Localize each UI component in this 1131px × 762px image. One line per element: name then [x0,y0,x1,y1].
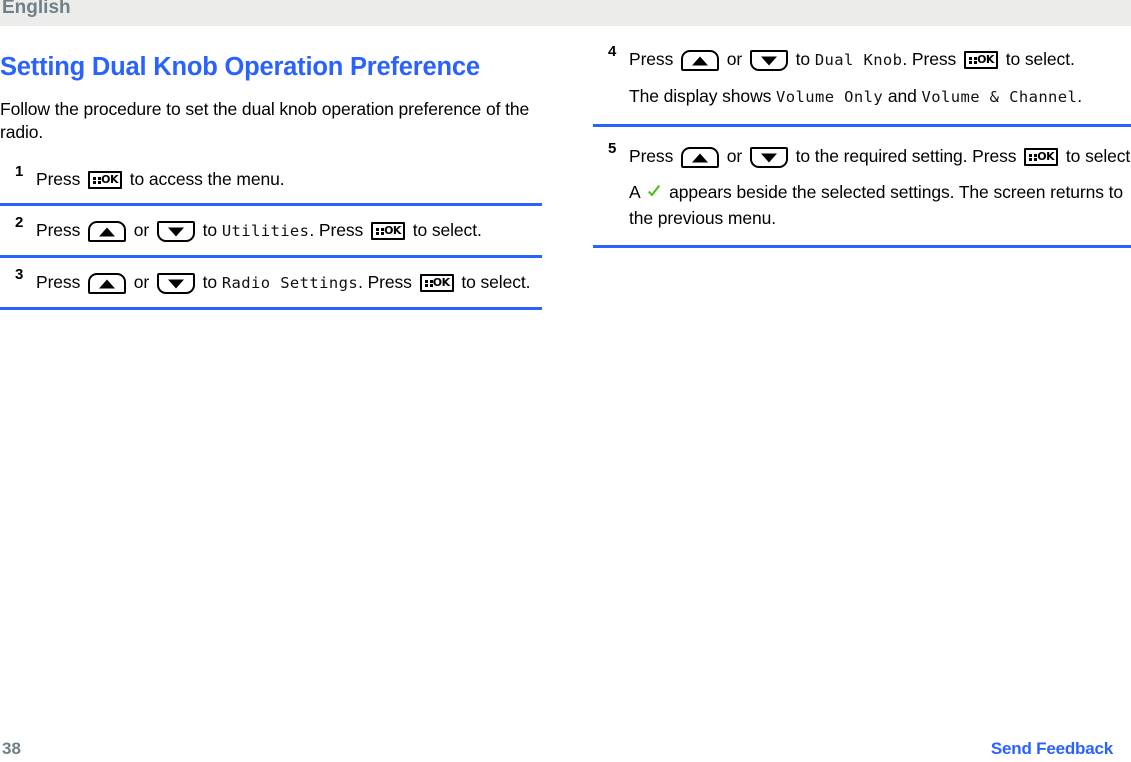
page-number: 38 [2,739,21,758]
left-column: Setting Dual Knob Operation Preference F… [0,26,542,310]
step-number: 4 [608,43,617,60]
step-text: A [629,182,645,202]
intro-paragraph: Follow the procedure to set the dual kno… [0,99,530,142]
down-triangle-glyph [760,56,777,65]
page-title: Setting Dual Knob Operation Preference [0,53,480,81]
step-text: appears beside the selected settings. Th… [629,182,1124,228]
step-paragraph: Press or to Utilities. Press OK to selec… [36,217,542,244]
up-triangle-glyph [692,56,708,65]
procedure-step: 3 Press or to Radio Settings. Press OK to… [0,266,542,310]
step-text: Press [36,220,85,240]
step-paragraph: A appears beside the selected settings. … [629,179,1131,231]
step-text: or [722,49,747,69]
display-menu-text: Volume Only [776,88,884,106]
step-number: 1 [15,163,24,180]
step-text: The display shows [629,86,777,106]
right-column: 4 Press or to Dual Knob. Press OK to sele… [593,26,1131,264]
step-text: Press [36,169,85,189]
step-text: . Press [358,272,417,292]
step-text: or [129,220,154,240]
page-footer: 38 Send Feedback [0,726,1131,762]
procedure-step: 2 Press or to Utilities. Press OK to sele… [0,214,542,258]
down-arrow-key-icon [749,147,788,168]
down-triangle-glyph [760,153,777,162]
step-text: and [883,86,922,106]
ok-key-label: OK [977,53,994,66]
step-paragraph: Press or to the required setting. Press … [629,143,1131,169]
up-arrow-key-icon [88,221,126,242]
page-content: Setting Dual Knob Operation Preference F… [0,26,1131,726]
step-paragraph: Press OK to access the menu. [36,166,542,192]
step-body: Press OK to access the menu. [36,166,542,192]
menu-grid-glyph [968,57,977,64]
ok-key-label: OK [1037,150,1055,163]
up-arrow-key-icon [681,50,719,71]
green-check-icon [646,184,662,200]
menu-grid-glyph [424,280,433,287]
step-text: to select. [407,220,482,240]
procedure-step: 4 Press or to Dual Knob. Press OK to sele… [593,43,1131,127]
ok-key-icon: OK [963,51,998,69]
display-menu-text: Volume & Channel [921,88,1078,106]
step-paragraph: The display shows Volume Only and Volume… [629,83,1131,110]
ok-key-label: OK [101,173,118,186]
step-text: to select. [456,272,531,292]
ok-key-icon: OK [88,171,122,189]
step-body: Press or to Dual Knob. Press OK to selec… [629,46,1131,110]
step-number: 3 [15,266,24,283]
left-steps-list: 1 Press OK to access the menu. 2 Press or t… [0,163,542,310]
down-arrow-key-icon [749,50,788,71]
step-text: Press [36,272,85,292]
menu-grid-glyph [93,177,101,184]
menu-grid-glyph [375,228,384,235]
step-text: . Press [309,220,368,240]
step-number: 5 [608,140,617,157]
step-body: Press or to Radio Settings. Press OK to … [36,269,542,296]
header-language-label: English [2,0,71,18]
down-arrow-key-icon [156,221,195,242]
right-steps-list: 4 Press or to Dual Knob. Press OK to sele… [593,43,1131,248]
up-triangle-glyph [692,153,708,162]
down-arrow-key-icon [156,273,195,294]
up-triangle-glyph [99,227,115,236]
down-triangle-glyph [167,227,184,236]
step-paragraph: Press or to Dual Knob. Press OK to selec… [629,46,1131,73]
ok-key-icon: OK [419,274,454,292]
page-header-band: English [0,0,1131,26]
up-arrow-key-icon [88,273,126,294]
step-text: to [790,49,815,69]
step-text: Press [629,49,678,69]
step-text: to the required setting. Press [790,146,1022,166]
down-triangle-glyph [167,279,184,288]
step-text: to select. [1061,146,1131,166]
step-body: Press or to the required setting. Press … [629,143,1131,231]
step-text: . [1077,86,1083,106]
display-menu-text: Utilities [221,222,310,240]
procedure-step: 1 Press OK to access the menu. [0,163,542,206]
step-text: to [197,220,222,240]
up-arrow-key-icon [681,147,719,168]
display-menu-text: Radio Settings [221,274,359,292]
step-number: 2 [15,214,24,231]
step-paragraph: Press or to Radio Settings. Press OK to … [36,269,542,296]
procedure-step: 5 Press or to the required setting. Press… [593,140,1131,248]
display-menu-text: Dual Knob [814,51,903,69]
step-text: . Press [902,49,961,69]
up-triangle-glyph [99,279,115,288]
send-feedback-link[interactable]: Send Feedback [991,739,1113,759]
step-text: or [129,272,154,292]
step-text: to access the menu. [125,169,285,189]
menu-grid-glyph [1029,154,1038,161]
step-body: Press or to Utilities. Press OK to selec… [36,217,542,244]
ok-key-icon: OK [1024,148,1059,166]
step-text: to [197,272,222,292]
ok-key-icon: OK [370,222,405,240]
ok-key-label: OK [432,276,450,289]
step-text: Press [629,146,678,166]
ok-key-label: OK [384,224,401,237]
step-text: or [722,146,747,166]
step-text: to select. [1000,49,1075,69]
